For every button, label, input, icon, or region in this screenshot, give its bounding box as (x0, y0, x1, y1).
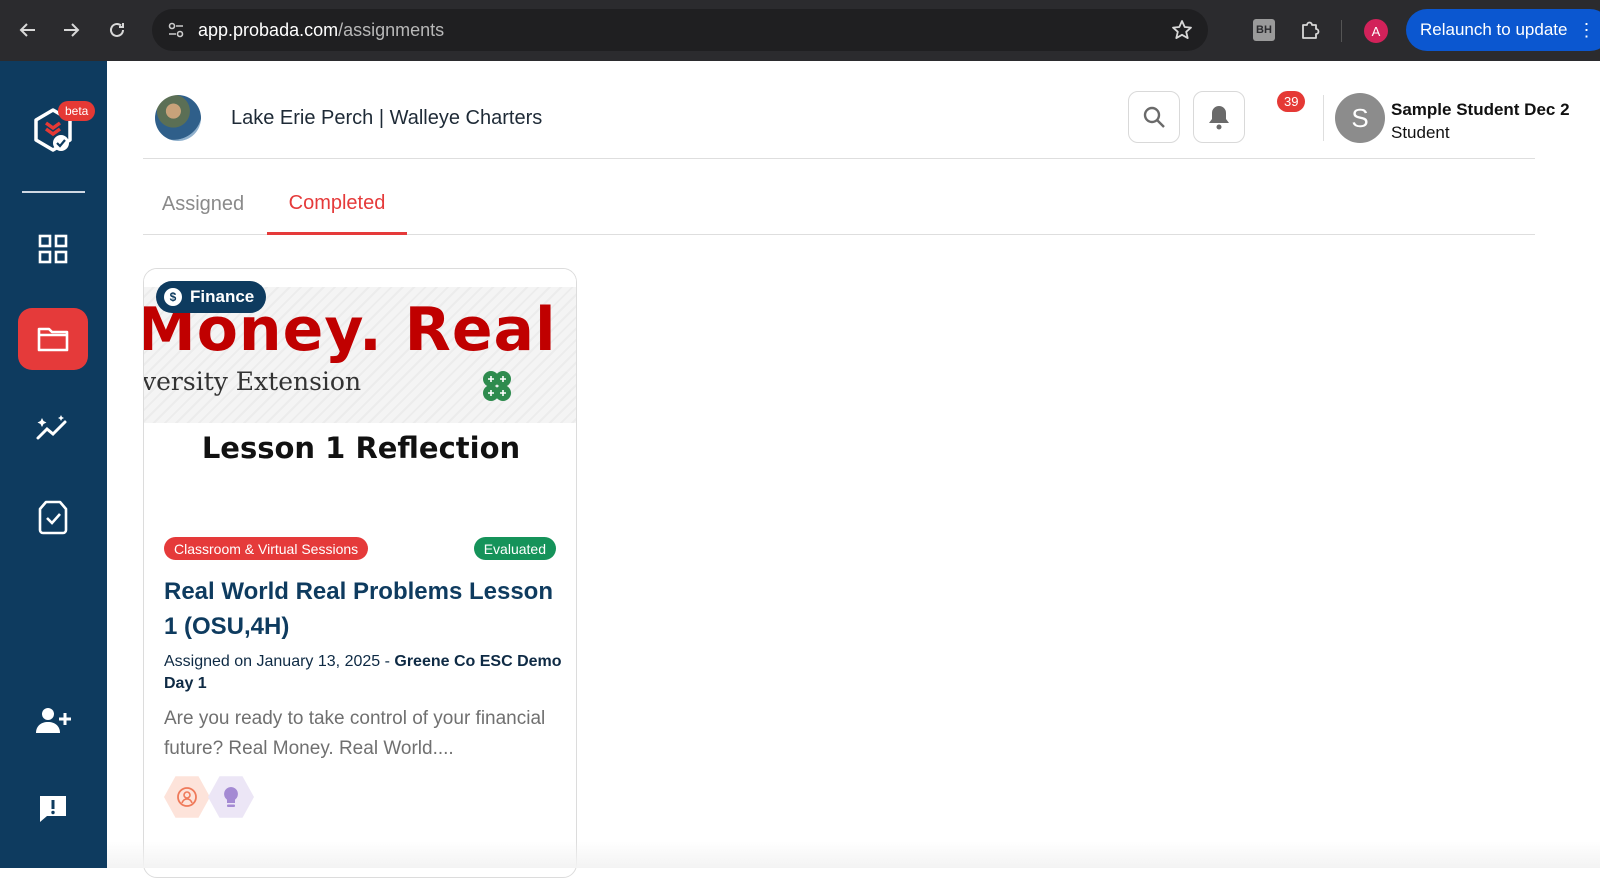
sidebar-item-tasks[interactable] (18, 486, 88, 548)
relaunch-button[interactable]: Relaunch to update ⋮ (1406, 9, 1600, 51)
toolbar-divider (1341, 20, 1342, 42)
search-icon (1143, 106, 1165, 128)
profile-avatar[interactable]: A (1364, 19, 1388, 43)
extensions-puzzle-icon[interactable] (1297, 17, 1323, 43)
sidebar-item-dashboard[interactable] (18, 218, 88, 280)
skill-badge-collaboration[interactable] (164, 776, 210, 818)
sidebar-item-assignments[interactable] (18, 308, 88, 370)
lightbulb-icon (224, 787, 238, 807)
user-role: Student (1391, 123, 1450, 142)
sidebar-divider (22, 191, 85, 193)
reload-icon (110, 22, 124, 37)
assignment-card[interactable]: Money. Real W versity Extension Lesson 1… (143, 268, 577, 878)
address-bar[interactable]: app.probada.com/assignments (152, 9, 1208, 51)
grid-icon (38, 234, 68, 264)
add-user-icon (36, 708, 71, 733)
bell-icon (1209, 106, 1229, 130)
bookmark-star-icon[interactable] (1170, 18, 1194, 42)
category-label: Finance (190, 287, 255, 306)
back-arrow-icon (19, 23, 35, 37)
extension-bh-icon[interactable]: BH (1253, 19, 1275, 41)
back-button[interactable] (13, 13, 43, 47)
sidebar-item-insights[interactable] (18, 397, 88, 459)
forward-button[interactable] (56, 13, 86, 47)
main-content: Lake Erie Perch | Walleye Charters 39 S … (107, 61, 1600, 878)
assignment-tabs: Assigned Completed (143, 174, 1535, 235)
category-chip: $ Finance (156, 281, 267, 313)
notification-count-badge: 39 (1277, 91, 1306, 112)
bottom-fade (107, 841, 1600, 868)
forward-arrow-icon (64, 23, 80, 37)
collaboration-icon (177, 787, 197, 807)
relaunch-label: Relaunch to update (1420, 20, 1568, 39)
notifications-button[interactable] (1193, 91, 1245, 143)
tab-assigned[interactable]: Assigned (143, 174, 263, 235)
site-settings-icon[interactable] (164, 18, 188, 42)
header-divider (1323, 95, 1324, 141)
org-name: Lake Erie Perch | Walleye Charters (231, 107, 543, 129)
assigned-info: Assigned on January 13, 2025 - Greene Co… (164, 651, 564, 695)
url-text: app.probada.com/assignments (198, 20, 444, 41)
sidebar-item-add-user[interactable] (18, 689, 88, 751)
search-button[interactable] (1128, 91, 1180, 143)
skill-badge-idea[interactable] (208, 776, 254, 818)
browser-toolbar: app.probada.com/assignments BH A Relaunc… (0, 0, 1600, 61)
user-avatar[interactable]: S (1335, 93, 1385, 143)
thumbnail-banner-subtitle: versity Extension (144, 367, 362, 396)
sidebar-item-feedback[interactable] (18, 778, 88, 840)
top-header: Lake Erie Perch | Walleye Charters 39 S … (143, 61, 1570, 159)
four-h-clover-icon (483, 371, 511, 401)
status-badge: Evaluated (473, 537, 556, 560)
folder-icon (37, 327, 69, 352)
assignment-title[interactable]: Real World Real Problems Lesson 1 (OSU,4… (164, 574, 564, 644)
session-type-badge: Classroom & Virtual Sessions (164, 537, 369, 560)
sparkle-chart-icon (36, 415, 67, 440)
beta-badge: beta (58, 101, 96, 121)
url-path: /assignments (338, 20, 445, 40)
menu-dots-icon[interactable]: ⋮ (1577, 20, 1595, 41)
feedback-icon (40, 796, 66, 822)
url-host: app.probada.com (198, 20, 339, 40)
tab-completed[interactable]: Completed (267, 174, 407, 235)
assigned-date: Assigned on January 13, 2025 - (164, 653, 395, 670)
reload-button[interactable] (102, 13, 132, 47)
org-avatar[interactable] (155, 95, 201, 141)
user-name[interactable]: Sample Student Dec 2 (1391, 100, 1570, 120)
assignment-description: Are you ready to take control of your fi… (164, 708, 546, 759)
sidebar: beta (0, 61, 107, 868)
thumbnail-title: Lesson 1 Reflection (201, 431, 521, 465)
shield-check-icon (38, 500, 68, 535)
dollar-icon: $ (164, 288, 182, 306)
